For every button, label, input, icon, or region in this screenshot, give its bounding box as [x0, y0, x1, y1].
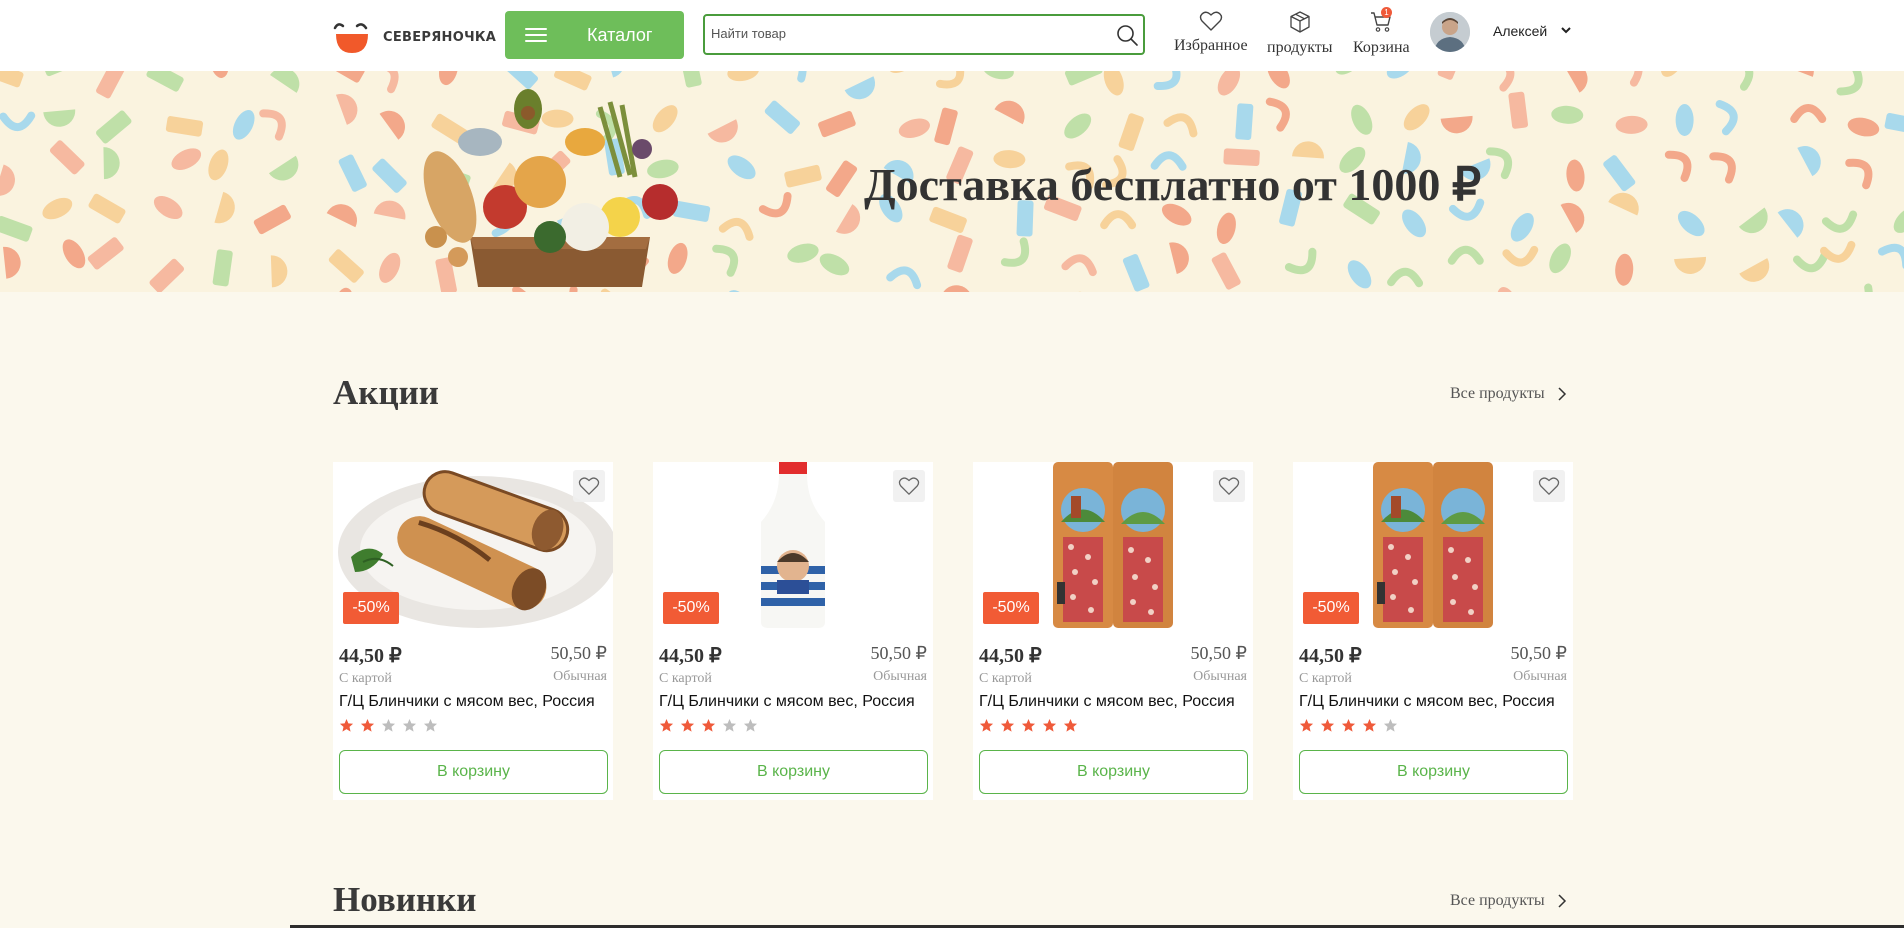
star-filled-icon — [360, 718, 375, 732]
catalog-button[interactable]: Каталог — [505, 11, 684, 59]
avatar[interactable] — [1430, 12, 1470, 52]
heart-icon — [1199, 11, 1222, 31]
star-filled-icon — [1341, 718, 1356, 732]
promo-banner[interactable]: Доставка бесплатно от 1000 ₽ — [0, 71, 1904, 292]
favorites-label: Избранное — [1174, 37, 1248, 54]
add-to-favorites-button[interactable] — [1533, 470, 1565, 502]
discount-badge: -50% — [983, 592, 1039, 624]
chevron-down-icon[interactable] — [1560, 24, 1572, 36]
star-filled-icon — [1000, 718, 1015, 732]
star-filled-icon — [659, 718, 674, 732]
star-filled-icon — [701, 718, 716, 732]
box-icon — [1290, 11, 1310, 33]
discount-badge: -50% — [343, 592, 399, 624]
product-title[interactable]: Г/Ц Блинчики с мясом вес, Россия — [1299, 693, 1555, 711]
card-price: 44,50 ₽ — [659, 645, 722, 667]
product-card[interactable]: -50% 44,50 ₽ 50,50 ₽ С картой Обычная Г/Ц Бли… — [1293, 462, 1573, 800]
add-to-favorites-button[interactable] — [573, 470, 605, 502]
products-link[interactable]: продукты — [1267, 10, 1333, 57]
regular-price-note: Обычная — [873, 669, 927, 684]
product-title[interactable]: Г/Ц Блинчики с мясом вес, Россия — [339, 693, 595, 711]
search-box — [703, 14, 1145, 55]
star-filled-icon — [1021, 718, 1036, 732]
search-icon[interactable] — [1115, 23, 1139, 47]
discount-badge: -50% — [1303, 592, 1359, 624]
star-empty-icon — [402, 718, 417, 732]
all-products-label: Все продукты — [1450, 385, 1545, 402]
star-filled-icon — [1320, 718, 1335, 732]
star-filled-icon — [1299, 718, 1314, 732]
card-price: 44,50 ₽ — [339, 645, 402, 667]
cart-link[interactable]: 1 Корзина — [1353, 7, 1410, 57]
star-empty-icon — [381, 718, 396, 732]
star-filled-icon — [680, 718, 695, 732]
product-card[interactable]: -50% 44,50 ₽ 50,50 ₽ С картой Обычная Г/Ц Бли… — [973, 462, 1253, 800]
logo-icon — [333, 20, 371, 54]
add-to-cart-button[interactable]: В корзину — [1299, 750, 1568, 794]
regular-price: 50,50 ₽ — [550, 643, 607, 663]
add-to-cart-button[interactable]: В корзину — [979, 750, 1248, 794]
rating-stars — [979, 718, 1084, 733]
header: СЕВЕРЯНОЧКА Каталог Избранное продукты — [0, 0, 1904, 71]
add-to-favorites-button[interactable] — [1213, 470, 1245, 502]
regular-price-note: Обычная — [1513, 669, 1567, 684]
rating-stars — [339, 718, 444, 733]
product-card[interactable]: -50% 44,50 ₽ 50,50 ₽ С картой Обычная Г/Ц Бли… — [653, 462, 933, 800]
search-input[interactable] — [711, 26, 1091, 41]
star-empty-icon — [423, 718, 438, 732]
product-title[interactable]: Г/Ц Блинчики с мясом вес, Россия — [979, 693, 1235, 711]
cart-count-badge: 1 — [1381, 7, 1392, 18]
discount-badge: -50% — [663, 592, 719, 624]
regular-price: 50,50 ₽ — [1510, 643, 1567, 663]
favorites-link[interactable]: Избранное — [1174, 10, 1248, 55]
card-price-note: С картой — [1299, 671, 1352, 686]
card-price: 44,50 ₽ — [1299, 645, 1362, 667]
card-price: 44,50 ₽ — [979, 645, 1042, 667]
product-title[interactable]: Г/Ц Блинчики с мясом вес, Россия — [659, 693, 915, 711]
regular-price: 50,50 ₽ — [870, 643, 927, 663]
user-name[interactable]: Алексей — [1493, 23, 1547, 39]
star-empty-icon — [1383, 718, 1398, 732]
star-filled-icon — [1042, 718, 1057, 732]
all-products-label: Все продукты — [1450, 892, 1545, 909]
add-to-cart-button[interactable]: В корзину — [659, 750, 928, 794]
star-empty-icon — [743, 718, 758, 732]
chevron-right-icon — [1558, 894, 1566, 908]
logo-text: СЕВЕРЯНОЧКА — [383, 29, 497, 45]
product-card[interactable]: -50% 44,50 ₽ 50,50 ₽ С картой Обычная Г/Ц Бли… — [333, 462, 613, 800]
heart-icon — [578, 477, 600, 495]
heart-icon — [898, 477, 920, 495]
star-filled-icon — [339, 718, 354, 732]
new-all-products-link[interactable]: Все продукты — [1450, 892, 1567, 910]
catalog-button-label: Каталог — [587, 24, 653, 45]
rating-stars — [659, 718, 764, 733]
star-filled-icon — [979, 718, 994, 732]
regular-price-note: Обычная — [1193, 669, 1247, 684]
cart-label: Корзина — [1353, 39, 1410, 56]
card-price-note: С картой — [979, 671, 1032, 686]
banner-title: Доставка бесплатно от 1000 ₽ — [864, 159, 1482, 210]
rating-stars — [1299, 718, 1404, 733]
grocery-basket-image — [423, 89, 678, 287]
add-to-favorites-button[interactable] — [893, 470, 925, 502]
star-empty-icon — [722, 718, 737, 732]
promo-all-products-link[interactable]: Все продукты — [1450, 385, 1567, 403]
add-to-cart-button[interactable]: В корзину — [339, 750, 608, 794]
regular-price-note: Обычная — [553, 669, 607, 684]
star-filled-icon — [1063, 718, 1078, 732]
heart-icon — [1538, 477, 1560, 495]
card-price-note: С картой — [339, 671, 392, 686]
chevron-right-icon — [1558, 387, 1566, 401]
section-title-promo: Акции — [333, 373, 439, 412]
section-title-new: Новинки — [333, 880, 477, 919]
menu-icon — [525, 28, 547, 42]
star-filled-icon — [1362, 718, 1377, 732]
card-price-note: С картой — [659, 671, 712, 686]
heart-icon — [1218, 477, 1240, 495]
logo[interactable]: СЕВЕРЯНОЧКА — [333, 20, 496, 54]
regular-price: 50,50 ₽ — [1190, 643, 1247, 663]
products-label: продукты — [1267, 39, 1333, 56]
